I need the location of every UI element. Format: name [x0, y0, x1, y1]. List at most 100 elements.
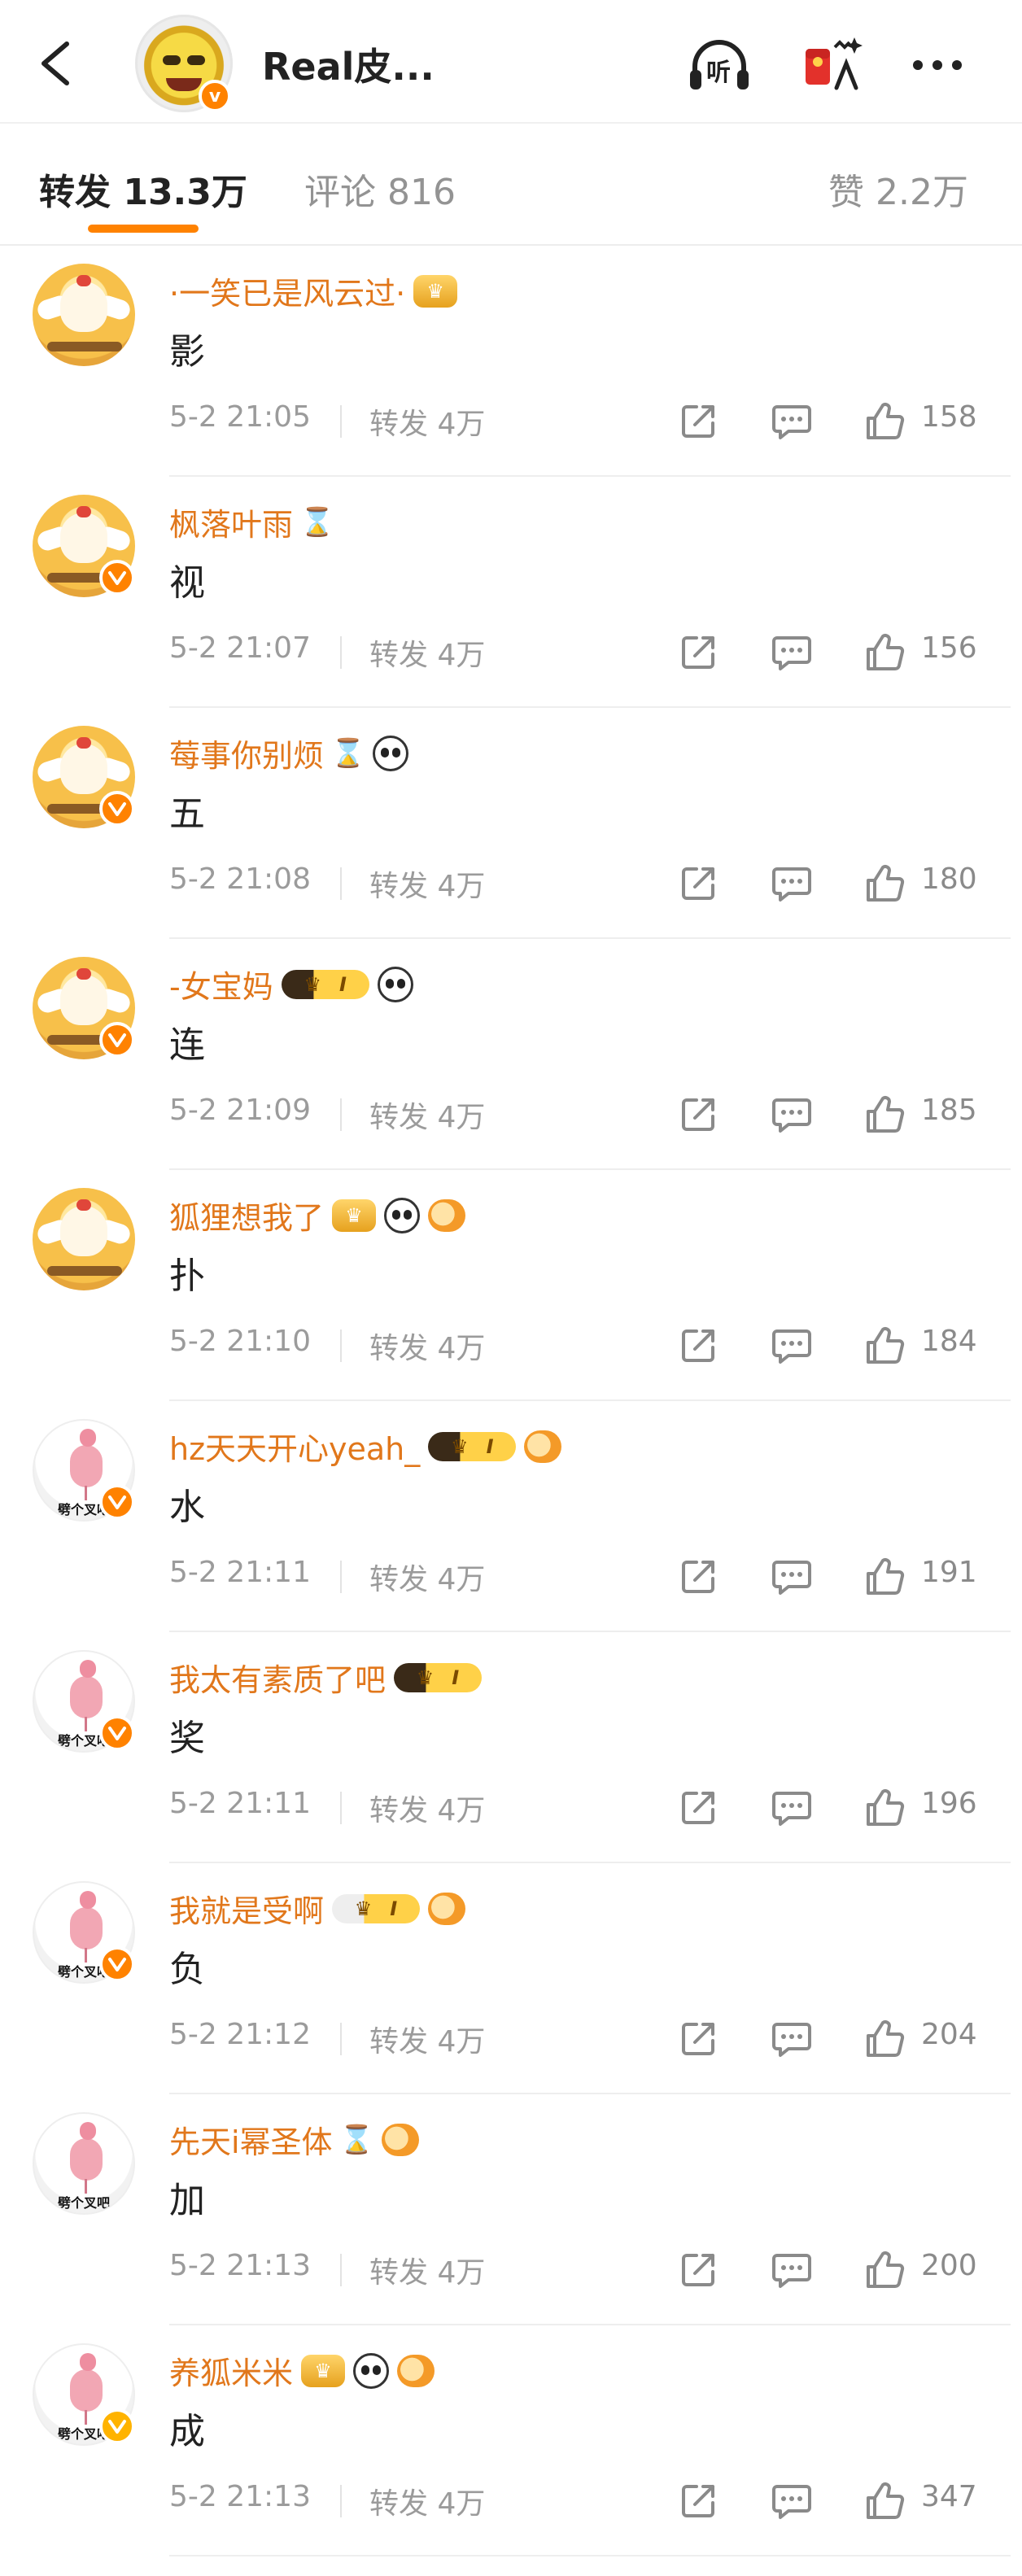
share-icon[interactable]	[672, 2011, 726, 2065]
username[interactable]: 枫落叶雨	[169, 500, 293, 544]
share-icon[interactable]	[672, 1318, 726, 1372]
share-icon[interactable]	[672, 856, 726, 910]
timestamp: 5-2 21:13	[169, 2249, 311, 2282]
repost-item[interactable]: ·一笑已是风云过· ♛ 影 5-2 21:05 转发 4万 158	[0, 246, 1022, 477]
like-icon[interactable]	[858, 394, 911, 448]
username[interactable]: 我就是受啊	[169, 1886, 324, 1931]
like-count[interactable]: 184	[921, 1325, 977, 1358]
repost-item[interactable]: 劈个叉吧 养狐米米 ♛ 成 5-2 21:13 转发 4万 347	[0, 2325, 1022, 2556]
like-icon[interactable]	[858, 1780, 911, 1834]
avatar-chick-comb	[76, 1199, 91, 1211]
timestamp: 5-2 21:10	[169, 1325, 311, 1358]
repost-item[interactable]: -女宝妈 ♛ I 连 5-2 21:09 转发 4万 185	[0, 939, 1022, 1170]
tab-likes-count: 2.2万	[876, 172, 968, 213]
comment-icon[interactable]	[765, 2473, 819, 2527]
like-icon[interactable]	[858, 2473, 911, 2527]
avatar-chick-body	[60, 282, 107, 332]
repost-count: 转发 4万	[369, 2256, 486, 2290]
comment-icon[interactable]	[765, 2011, 819, 2065]
comment-icon[interactable]	[765, 1318, 819, 1372]
share-icon[interactable]	[672, 625, 726, 679]
username-row: -女宝妈 ♛ I	[169, 962, 413, 1006]
user-avatar[interactable]: 劈个叉吧	[33, 2112, 135, 2215]
like-count[interactable]: 347	[921, 2480, 977, 2513]
repost-item[interactable]: 枫落叶雨 ⌛ 视 5-2 21:07 转发 4万 156	[0, 477, 1022, 708]
tab-likes[interactable]: 赞 2.2万	[828, 163, 968, 215]
like-icon[interactable]	[858, 625, 911, 679]
fish-icon	[428, 1892, 466, 1925]
comment-icon[interactable]	[765, 1549, 819, 1603]
like-icon[interactable]	[858, 1549, 911, 1603]
like-count[interactable]: 196	[921, 1787, 977, 1820]
username[interactable]: hz天天开心yeah_	[169, 1424, 420, 1469]
share-icon[interactable]	[672, 2242, 726, 2296]
like-count[interactable]: 185	[921, 1094, 977, 1127]
like-count[interactable]: 200	[921, 2249, 977, 2282]
comment-icon[interactable]	[765, 394, 819, 448]
like-count[interactable]: 204	[921, 2018, 977, 2051]
user-avatar[interactable]	[33, 1188, 135, 1290]
comment-icon[interactable]	[765, 625, 819, 679]
user-avatar[interactable]	[33, 264, 135, 366]
repost-text: 奖	[169, 1718, 205, 1759]
repost-text: 水	[169, 1487, 205, 1528]
comment-icon[interactable]	[765, 2242, 819, 2296]
like-count[interactable]: 158	[921, 400, 977, 434]
avatar-chick-base	[47, 1266, 122, 1276]
comment-icon[interactable]	[765, 1087, 819, 1141]
username[interactable]: 莓事你别烦	[169, 731, 324, 775]
username[interactable]: 先天i幂圣体	[169, 2117, 333, 2162]
like-icon[interactable]	[858, 2242, 911, 2296]
avatar-chick-body	[60, 1206, 107, 1256]
like-icon[interactable]	[858, 2011, 911, 2065]
share-icon[interactable]	[672, 394, 726, 448]
avatar-flam-body	[70, 1445, 103, 1487]
back-icon[interactable]	[34, 39, 76, 88]
tab-comments[interactable]: 评论 816	[304, 163, 456, 215]
repost-item[interactable]: 劈个叉吧 我就是受啊 ♛ I 负 5-2 21:12 转发 4万 204	[0, 1863, 1022, 2094]
meta-divider	[340, 2023, 342, 2055]
share-icon[interactable]	[672, 1087, 726, 1141]
share-icon[interactable]	[672, 1780, 726, 1834]
repost-item[interactable]: 莓事你别烦 ⌛ 五 5-2 21:08 转发 4万 180	[0, 708, 1022, 939]
username[interactable]: ·一笑已是风云过·	[169, 269, 405, 313]
repost-text: 扑	[169, 1255, 205, 1297]
red-packet-icon[interactable]	[797, 31, 866, 99]
like-icon[interactable]	[858, 1318, 911, 1372]
level-badge-text: I	[339, 972, 347, 996]
avatar-caption: 劈个叉吧	[57, 2195, 110, 2211]
repost-item[interactable]: 劈个叉吧 我太有素质了吧 ♛ I 奖 5-2 21:11 转发 4万 196	[0, 1632, 1022, 1863]
repost-count: 转发 4万	[369, 639, 486, 672]
avatar-chick-base	[47, 342, 122, 351]
like-count[interactable]: 156	[921, 631, 977, 665]
tab-likes-label: 赞	[828, 172, 864, 213]
share-icon[interactable]	[672, 1549, 726, 1603]
more-icon[interactable]	[903, 31, 972, 99]
like-count[interactable]: 191	[921, 1556, 977, 1589]
comment-icon[interactable]	[765, 1780, 819, 1834]
repost-item[interactable]: 劈个叉吧 hz天天开心yeah_ ♛ I 水 5-2 21:11 转发 4万 191	[0, 1401, 1022, 1632]
repost-item[interactable]: 狐狸想我了 ♛ 扑 5-2 21:10 转发 4万 184	[0, 1170, 1022, 1401]
username[interactable]: 我太有素质了吧	[169, 1655, 386, 1700]
repost-item[interactable]: 劈个叉吧 先天i幂圣体 ⌛ 加 5-2 21:13 转发 4万 200	[0, 2094, 1022, 2325]
crown-icon: ♛	[301, 2354, 346, 2387]
avatar-chick-body	[60, 513, 107, 563]
username[interactable]: 狐狸想我了	[169, 1193, 324, 1238]
tab-reposts[interactable]: 转发 13.3万	[39, 163, 247, 215]
tab-bar: 转发 13.3万 评论 816 赞 2.2万	[0, 124, 1022, 246]
level-badge-text: I	[390, 1897, 398, 1920]
level-badge-text: I	[486, 1434, 494, 1458]
username[interactable]: -女宝妈	[169, 962, 273, 1006]
meta-divider	[340, 636, 342, 669]
like-count[interactable]: 180	[921, 862, 977, 896]
username[interactable]: 养狐米米	[169, 2348, 293, 2393]
share-icon[interactable]	[672, 2473, 726, 2527]
comment-icon[interactable]	[765, 856, 819, 910]
page-title[interactable]: Real皮...	[262, 37, 435, 91]
like-icon[interactable]	[858, 856, 911, 910]
avatar-chick-comb	[76, 968, 91, 980]
verified-badge-icon	[99, 2408, 135, 2444]
panda-icon	[377, 966, 413, 1002]
listen-headphones-icon[interactable]: 听	[685, 31, 753, 99]
like-icon[interactable]	[858, 1087, 911, 1141]
